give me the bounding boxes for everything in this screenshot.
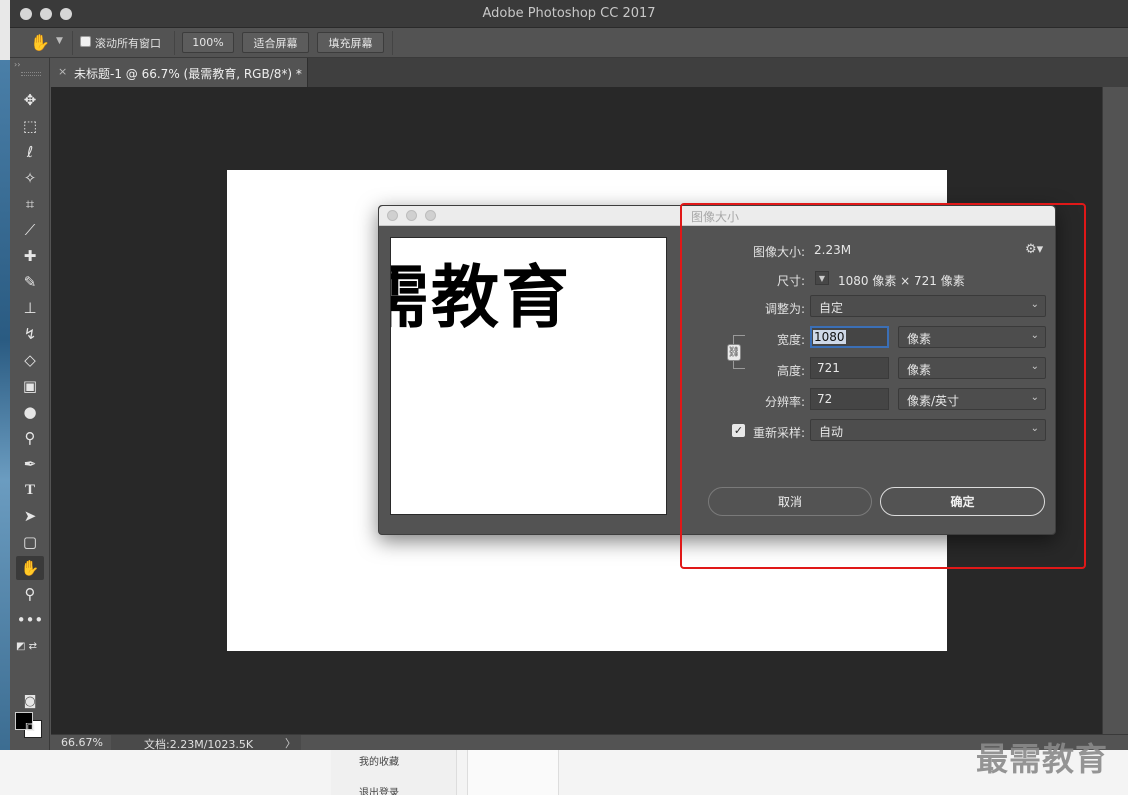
- status-menu-arrow-icon[interactable]: 〉: [285, 735, 296, 751]
- eyedropper-tool-icon[interactable]: ⟋: [16, 218, 44, 242]
- my-favorites-link[interactable]: 我的收藏: [359, 753, 399, 768]
- rectangle-tool-icon[interactable]: ▢: [16, 530, 44, 554]
- quick-mask-icon[interactable]: ◙: [16, 689, 44, 713]
- dialog-minimize-button: [406, 210, 417, 221]
- fill-screen-button[interactable]: 填充屏幕: [317, 32, 384, 53]
- panel-grip[interactable]: [21, 72, 41, 76]
- zoom-100-button[interactable]: 100%: [182, 32, 234, 53]
- background-web-page: 我的收藏 退出登录: [0, 750, 1128, 795]
- preview-text: 需教育: [391, 259, 572, 338]
- status-bar: 66.67% 文档:2.23M/1023.5K 〉: [51, 734, 1128, 751]
- lasso-tool-icon[interactable]: ℓ: [16, 140, 44, 164]
- logout-link[interactable]: 退出登录: [359, 784, 399, 795]
- document-tab-bar: × 未标题-1 @ 66.7% (最需教育, RGB/8*) *: [50, 58, 1128, 87]
- healing-brush-tool-icon[interactable]: ✚: [16, 244, 44, 268]
- type-tool-icon[interactable]: T: [16, 478, 44, 502]
- marquee-tool-icon[interactable]: ⬚: [16, 114, 44, 138]
- dialog-zoom-button: [425, 210, 436, 221]
- pen-tool-icon[interactable]: ✒: [16, 452, 44, 476]
- blur-tool-icon[interactable]: ●: [16, 400, 44, 424]
- document-tab[interactable]: × 未标题-1 @ 66.7% (最需教育, RGB/8*) *: [50, 58, 308, 87]
- zoom-level[interactable]: 66.67%: [61, 736, 103, 749]
- options-bar: ✋ ▼ 滚动所有窗口 100% 适合屏幕 填充屏幕: [10, 28, 1128, 58]
- hand-tool-icon[interactable]: ✋: [16, 556, 44, 580]
- tools-panel: ›› ✥ ⬚ ℓ ✧ ⌗ ⟋ ✚ ✎ ⊥ ↯ ◇ ▣ ● ⚲ ✒ T ➤ ▢ ✋…: [10, 58, 50, 750]
- move-tool-icon[interactable]: ✥: [16, 88, 44, 112]
- clone-stamp-tool-icon[interactable]: ⊥: [16, 296, 44, 320]
- more-tools-icon[interactable]: •••: [16, 608, 44, 632]
- divider: [174, 31, 175, 55]
- chevron-down-icon[interactable]: ▼: [56, 36, 63, 46]
- dodge-tool-icon[interactable]: ⚲: [16, 426, 44, 450]
- web-content-column: [467, 750, 559, 795]
- divider: [72, 31, 73, 55]
- history-brush-tool-icon[interactable]: ↯: [16, 322, 44, 346]
- hand-tool-preset-icon[interactable]: ✋: [30, 33, 50, 52]
- annotation-highlight-box: [680, 203, 1086, 569]
- fit-screen-button[interactable]: 适合屏幕: [242, 32, 309, 53]
- document-tab-title: 未标题-1 @ 66.7% (最需教育, RGB/8*) *: [74, 67, 302, 81]
- document-info: 文档:2.23M/1023.5K: [111, 735, 301, 751]
- close-tab-icon[interactable]: ×: [58, 65, 67, 78]
- crop-tool-icon[interactable]: ⌗: [16, 192, 44, 216]
- window-titlebar: Adobe Photoshop CC 2017: [10, 0, 1128, 28]
- window-title: Adobe Photoshop CC 2017: [482, 6, 656, 21]
- magic-wand-tool-icon[interactable]: ✧: [16, 166, 44, 190]
- screen-mode-icon[interactable]: ⧉: [16, 715, 44, 739]
- scroll-all-windows-label: 滚动所有窗口: [95, 37, 161, 50]
- watermark-logo: 最需教育: [976, 740, 1109, 778]
- divider: [392, 31, 393, 55]
- panel-collapse-icon[interactable]: ››: [14, 60, 20, 69]
- eraser-tool-icon[interactable]: ◇: [16, 348, 44, 372]
- path-selection-tool-icon[interactable]: ➤: [16, 504, 44, 528]
- brush-tool-icon[interactable]: ✎: [16, 270, 44, 294]
- desktop-background: [0, 60, 10, 760]
- dialog-close-button[interactable]: [387, 210, 398, 221]
- zoom-tool-icon[interactable]: ⚲: [16, 582, 44, 606]
- scroll-all-windows-checkbox[interactable]: [80, 36, 91, 47]
- gradient-tool-icon[interactable]: ▣: [16, 374, 44, 398]
- swap-colors-icon[interactable]: ◩ ⇄: [16, 634, 44, 658]
- right-panel-edge: [1102, 87, 1128, 734]
- image-preview[interactable]: 需教育: [390, 237, 667, 515]
